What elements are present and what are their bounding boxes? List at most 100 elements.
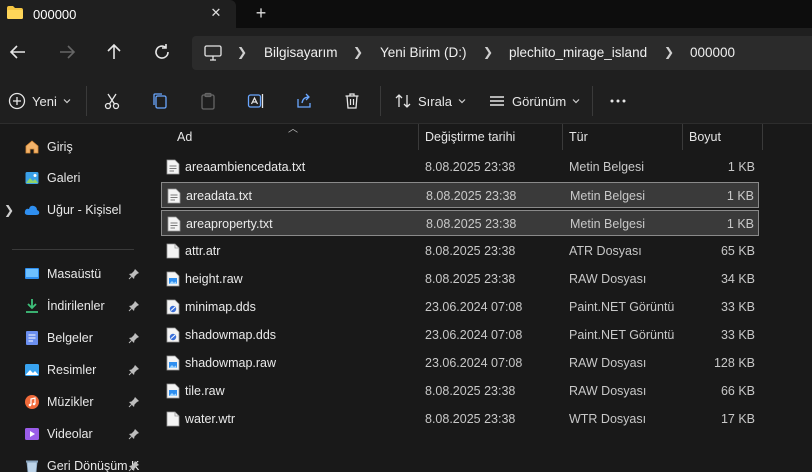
chevron-right-icon[interactable]: ❯ <box>4 203 14 217</box>
back-icon[interactable] <box>6 40 30 64</box>
blank-file-icon <box>166 411 180 427</box>
sidebar-item-home[interactable]: Giriş <box>0 134 146 160</box>
paintnet-file-icon <box>166 299 180 315</box>
sidebar-item-desktop[interactable]: Masaüstü <box>0 261 146 287</box>
column-divider[interactable] <box>682 124 683 150</box>
view-button[interactable]: Görünüm <box>488 90 580 112</box>
file-type: RAW Dosyası <box>569 384 647 398</box>
text-file-icon <box>167 216 181 232</box>
rename-button[interactable] <box>247 90 265 112</box>
paintnet-file-icon <box>166 327 180 343</box>
view-label: Görünüm <box>512 93 567 109</box>
more-options-button[interactable] <box>609 90 627 112</box>
chevron-down-icon <box>458 99 466 104</box>
file-size: 65 KB <box>720 244 755 258</box>
column-header-name[interactable]: Ad <box>177 130 192 144</box>
sidebar-item-downloads[interactable]: İndirilenler <box>0 293 146 319</box>
share-button[interactable] <box>295 90 313 112</box>
sidebar-item-gallery[interactable]: Galeri <box>0 165 146 191</box>
pin-icon <box>128 397 139 408</box>
breadcrumb-folder[interactable]: plechito_mirage_island <box>509 45 647 60</box>
up-icon[interactable] <box>102 40 126 64</box>
close-tab-icon[interactable]: ✕ <box>207 4 225 22</box>
music-icon <box>25 395 39 409</box>
tab-title: 000000 <box>33 7 77 22</box>
sort-ascending-icon: ︿ <box>288 124 298 135</box>
file-row[interactable]: areaproperty.txt 8.08.2025 23:38 Metin Bel… <box>161 210 759 236</box>
column-header-date[interactable]: Değiştirme tarihi <box>425 130 515 144</box>
chevron-right-icon[interactable]: ❯ <box>664 45 674 59</box>
file-row[interactable]: areaambiencedata.txt 8.08.2025 23:38 Metin… <box>161 154 759 180</box>
sidebar-item-videos[interactable]: Videolar <box>0 421 146 447</box>
column-header-size[interactable]: Boyut <box>689 130 721 144</box>
chevron-right-icon[interactable]: ❯ <box>483 45 493 59</box>
copy-button[interactable] <box>151 90 169 112</box>
copy-icon <box>153 93 167 109</box>
image-file-icon <box>166 355 180 371</box>
sidebar-item-recycle-bin[interactable]: Geri Dönüşüm K <box>0 453 146 472</box>
column-header-row: ︿ Ad Değiştirme tarihi Tür Boyut <box>146 124 812 150</box>
file-size: 33 KB <box>720 328 755 342</box>
delete-button[interactable] <box>343 90 361 112</box>
paste-button[interactable] <box>199 90 217 112</box>
sidebar-item-label: Uğur - Kişisel <box>47 203 122 217</box>
file-name: shadowmap.dds <box>185 328 277 342</box>
file-type: ATR Dosyası <box>569 244 642 258</box>
file-row[interactable]: shadowmap.raw 23.06.2024 07:08 RAW Dosyası… <box>161 350 759 376</box>
chevron-right-icon[interactable]: ❯ <box>237 45 247 59</box>
breadcrumb-computer[interactable]: Bilgisayarım <box>264 45 338 60</box>
file-type: RAW Dosyası <box>569 356 647 370</box>
sort-icon <box>395 94 411 108</box>
file-size: 33 KB <box>720 300 755 314</box>
file-row[interactable]: height.raw 8.08.2025 23:38 RAW Dosyası 34 K… <box>161 266 759 292</box>
file-date: 8.08.2025 23:38 <box>425 384 516 398</box>
text-file-icon <box>166 159 180 175</box>
file-row[interactable]: water.wtr 8.08.2025 23:38 WTR Dosyası 17 KB <box>161 406 759 432</box>
sidebar-item-documents[interactable]: Belgeler <box>0 325 146 351</box>
more-icon <box>610 99 626 103</box>
toolbar-divider <box>380 86 381 116</box>
sidebar-item-pictures[interactable]: Resimler <box>0 357 146 383</box>
image-file-icon <box>166 383 180 399</box>
chevron-right-icon[interactable]: ❯ <box>353 45 363 59</box>
new-tab-button[interactable]: + <box>250 3 272 25</box>
videos-icon <box>25 428 39 440</box>
sort-button[interactable]: Sırala <box>394 90 466 112</box>
sidebar-item-onedrive[interactable]: ❯ Uğur - Kişisel <box>0 197 146 223</box>
column-divider[interactable] <box>418 124 419 150</box>
breadcrumb-current[interactable]: 000000 <box>690 45 735 60</box>
pin-icon <box>128 301 139 312</box>
clipboard-icon <box>201 92 215 110</box>
column-divider[interactable] <box>762 124 763 150</box>
file-row[interactable]: shadowmap.dds 23.06.2024 07:08 Paint.NET G… <box>161 322 759 348</box>
sidebar-item-label: Resimler <box>47 363 97 377</box>
sort-label: Sırala <box>418 93 452 109</box>
forward-icon[interactable] <box>55 40 79 64</box>
new-button[interactable]: Yeni <box>8 90 71 112</box>
cut-button[interactable] <box>103 90 121 112</box>
file-name: attr.atr <box>185 244 221 258</box>
column-divider[interactable] <box>562 124 563 150</box>
tab-000000[interactable]: 000000 ✕ <box>0 0 236 28</box>
file-row[interactable]: minimap.dds 23.06.2024 07:08 Paint.NET Gör… <box>161 294 759 320</box>
sidebar-item-label: İndirilenler <box>47 299 105 313</box>
file-name: water.wtr <box>185 412 236 426</box>
breadcrumb-drive[interactable]: Yeni Birim (D:) <box>380 45 467 60</box>
file-type: Metin Belgesi <box>570 217 646 231</box>
refresh-icon[interactable] <box>150 40 174 64</box>
file-size: 1 KB <box>726 217 754 231</box>
address-bar[interactable]: ❯ Bilgisayarım ❯ Yeni Birim (D:) ❯ plech… <box>192 36 812 70</box>
file-date: 8.08.2025 23:38 <box>426 189 517 203</box>
file-size: 66 KB <box>720 384 755 398</box>
file-list: ︿ Ad Değiştirme tarihi Tür Boyut areaamb… <box>146 124 812 472</box>
file-row[interactable]: attr.atr 8.08.2025 23:38 ATR Dosyası 65 KB <box>161 238 759 264</box>
file-name: minimap.dds <box>185 300 256 314</box>
tab-strip: 000000 ✕ + <box>0 0 812 28</box>
column-header-type[interactable]: Tür <box>569 130 588 144</box>
file-row[interactable]: areadata.txt 8.08.2025 23:38 Metin Belgesi… <box>161 182 759 208</box>
sidebar-item-label: Geri Dönüşüm K <box>47 459 140 472</box>
sidebar-item-music[interactable]: Müzikler <box>0 389 146 415</box>
file-type: Paint.NET Görüntü <box>569 328 675 342</box>
trash-icon <box>345 93 359 109</box>
file-row[interactable]: tile.raw 8.08.2025 23:38 RAW Dosyası 66 KB <box>161 378 759 404</box>
